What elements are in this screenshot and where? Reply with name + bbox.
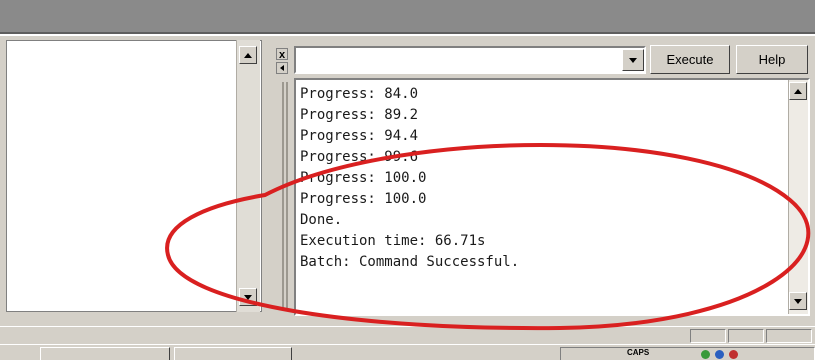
output-scroll-up-button[interactable] xyxy=(789,82,807,100)
tray-icon[interactable] xyxy=(729,350,738,359)
command-combo[interactable] xyxy=(294,46,646,74)
output-line: Execution time: 66.71s xyxy=(300,233,486,249)
pin-icon xyxy=(280,65,284,71)
output-line: Progress: 100.0 xyxy=(300,170,427,186)
caps-indicator: CAPS xyxy=(627,348,650,357)
arrow-down-icon xyxy=(794,298,802,304)
arrow-up-icon xyxy=(244,52,252,58)
pane-splitter[interactable] xyxy=(262,40,276,320)
output-line: Progress: 100.0 xyxy=(300,191,427,207)
taskbar-item[interactable] xyxy=(40,347,170,360)
help-button[interactable]: Help xyxy=(736,45,808,74)
left-pane-scrollbar[interactable] xyxy=(236,40,260,312)
arrow-down-icon xyxy=(244,294,252,300)
taskbar-item[interactable] xyxy=(174,347,292,360)
output-line: Progress: 94.4 xyxy=(300,128,419,144)
dock-grip[interactable] xyxy=(282,82,288,310)
left-scroll-down-button[interactable] xyxy=(239,288,257,306)
output-scrollbar[interactable] xyxy=(788,80,808,314)
status-cell xyxy=(766,329,812,343)
tray-icon[interactable] xyxy=(715,350,724,359)
output-line: Progress: 84.0 xyxy=(300,86,419,102)
close-icon: x xyxy=(278,49,286,61)
output-scroll-down-button[interactable] xyxy=(789,292,807,310)
left-scroll-up-button[interactable] xyxy=(239,46,257,64)
output-line: Done. xyxy=(300,212,343,228)
output-line: Progress: 89.2 xyxy=(300,107,419,123)
output-line: Progress: 99.6 xyxy=(300,149,419,165)
arrow-up-icon xyxy=(794,88,802,94)
chevron-down-icon xyxy=(629,57,637,63)
status-cell xyxy=(728,329,764,343)
tray-icon[interactable] xyxy=(701,350,710,359)
close-pane-button[interactable]: x xyxy=(276,48,288,61)
output-console[interactable]: Progress: 84.0 Progress: 89.2 Progress: … xyxy=(294,78,810,316)
system-tray: CAPS xyxy=(560,347,815,360)
output-lines: Progress: 84.0 Progress: 89.2 Progress: … xyxy=(300,84,519,273)
pin-pane-button[interactable] xyxy=(276,62,288,74)
window-title-bar xyxy=(0,0,815,34)
status-cell xyxy=(690,329,726,343)
execute-button[interactable]: Execute xyxy=(650,45,730,74)
taskbar: CAPS xyxy=(0,344,815,360)
command-dropdown-button[interactable] xyxy=(622,49,644,71)
output-line: Batch: Command Successful. xyxy=(300,254,520,270)
left-pane[interactable] xyxy=(6,40,262,312)
status-bar xyxy=(0,326,815,344)
